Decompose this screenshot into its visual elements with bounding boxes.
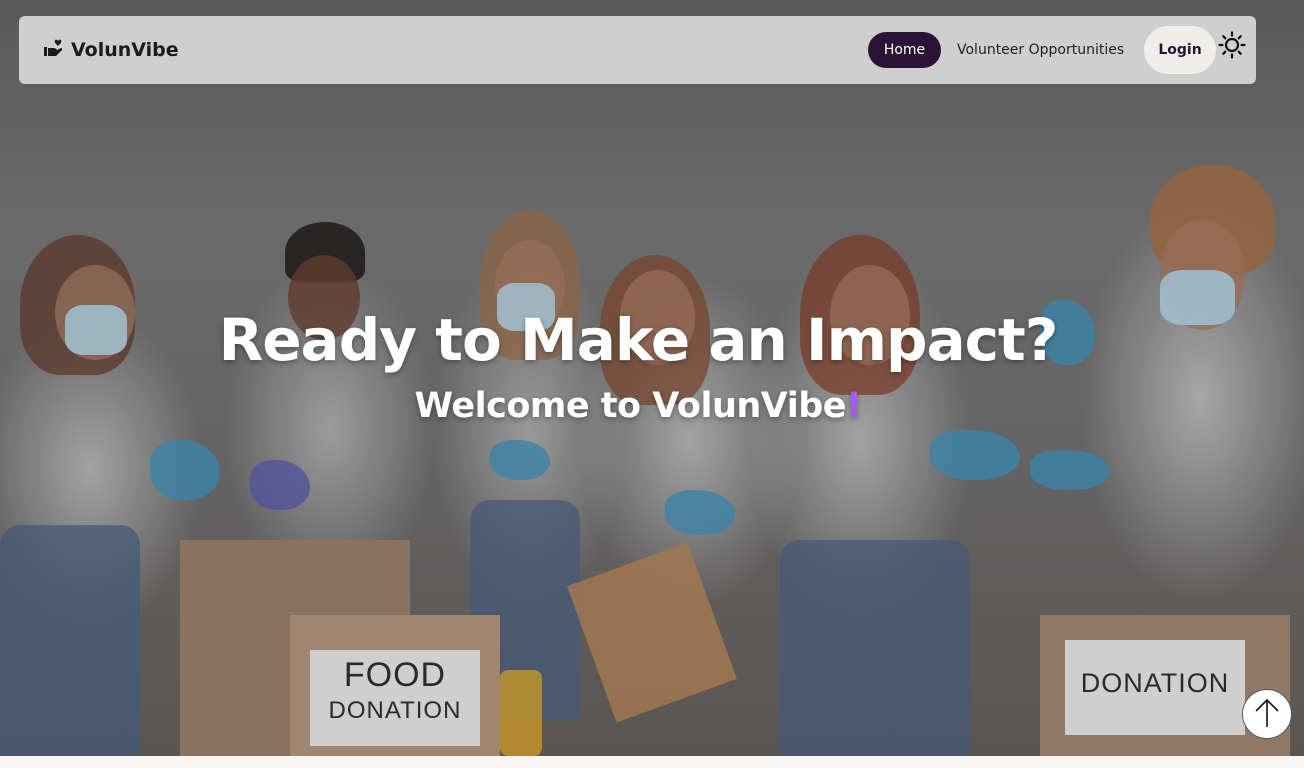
food-box-label-line1: FOOD [343, 656, 447, 694]
sun-icon [1218, 31, 1246, 63]
donation-box-label: DONATION [1065, 640, 1245, 735]
login-button[interactable]: Login [1144, 26, 1216, 74]
brand-link[interactable]: VolunVibe [43, 16, 179, 84]
scroll-to-top-button[interactable] [1242, 689, 1292, 739]
hand-heart-icon [43, 39, 63, 61]
hero-title: Ready to Make an Impact? [218, 306, 1059, 374]
hero-subtitle-accent: ! [846, 386, 862, 426]
food-box-label-line2: DONATION [328, 697, 462, 724]
arrow-up-icon [1254, 697, 1280, 732]
nav-item-volunteer-opportunities[interactable]: Volunteer Opportunities [957, 32, 1124, 68]
hero-subtitle: Welcome to VolunVibe! [0, 386, 1276, 426]
hero-section: FOOD DONATION DONATION Ready to Make an … [0, 0, 1304, 756]
nav-item-home[interactable]: Home [868, 32, 941, 68]
page-footer-strip [0, 756, 1304, 768]
navbar: VolunVibe Home Volunteer Opportunities L… [19, 16, 1256, 84]
brand-name: VolunVibe [71, 39, 179, 61]
hero-subtitle-text: Welcome to VolunVibe [414, 386, 847, 426]
theme-toggle-button[interactable] [1218, 31, 1246, 63]
